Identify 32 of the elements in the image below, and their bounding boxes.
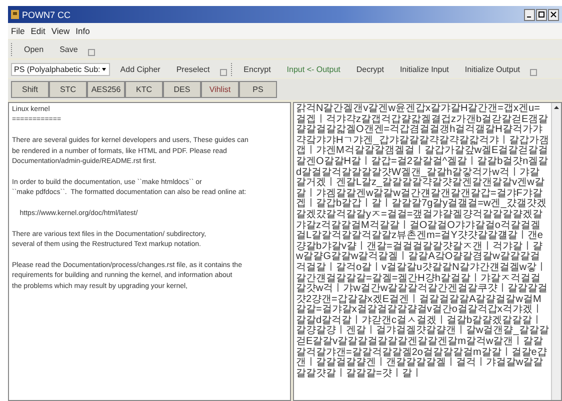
input-text-area[interactable] (8, 102, 291, 401)
toolbar-button[interactable]: Decrypt (350, 62, 390, 76)
cipher-button[interactable]: KTC (125, 81, 163, 98)
toolbar-grip-icon[interactable] (220, 69, 227, 76)
menu-item[interactable]: Info (76, 26, 90, 36)
toolbar-button[interactable]: Initialize Input (394, 62, 455, 76)
maximize-icon[interactable] (536, 8, 547, 20)
menu-item[interactable]: View (51, 26, 70, 36)
cipher-button[interactable]: AES256 (87, 81, 125, 98)
toolbar-button[interactable]: Initialize Output (458, 62, 526, 76)
cipher-button[interactable]: Vihlist (201, 81, 239, 98)
window-title: POWN7 CC (22, 10, 72, 20)
cipher-button[interactable]: STC (49, 81, 87, 98)
toolbar-button[interactable]: Add Cipher (114, 62, 166, 76)
menu-item[interactable]: Edit (30, 26, 46, 36)
cipher-select[interactable]: PS (Polyalphabetic Sub: (11, 62, 110, 76)
toolbar-grip-icon[interactable] (88, 49, 95, 56)
minimize-icon[interactable] (524, 8, 535, 20)
toolbar-grip-icon[interactable] (530, 69, 538, 76)
toolbar-button[interactable]: Input <- Output (280, 62, 346, 76)
toolbar-button[interactable]: Save (54, 42, 84, 56)
caret-icon (101, 66, 108, 72)
toolbar-button[interactable]: Preselect (170, 62, 216, 76)
app-icon (11, 10, 19, 19)
toolbar-button[interactable]: Open (18, 42, 50, 56)
toolbar-button[interactable]: Encrypt (238, 62, 277, 76)
cipher-button[interactable]: Shift (11, 81, 49, 98)
scrollbar[interactable] (551, 103, 561, 400)
cipher-button[interactable]: DES (163, 81, 201, 98)
close-icon[interactable] (548, 8, 559, 20)
menu-item[interactable]: File (11, 26, 25, 36)
cipher-button[interactable]: PS (239, 81, 277, 98)
